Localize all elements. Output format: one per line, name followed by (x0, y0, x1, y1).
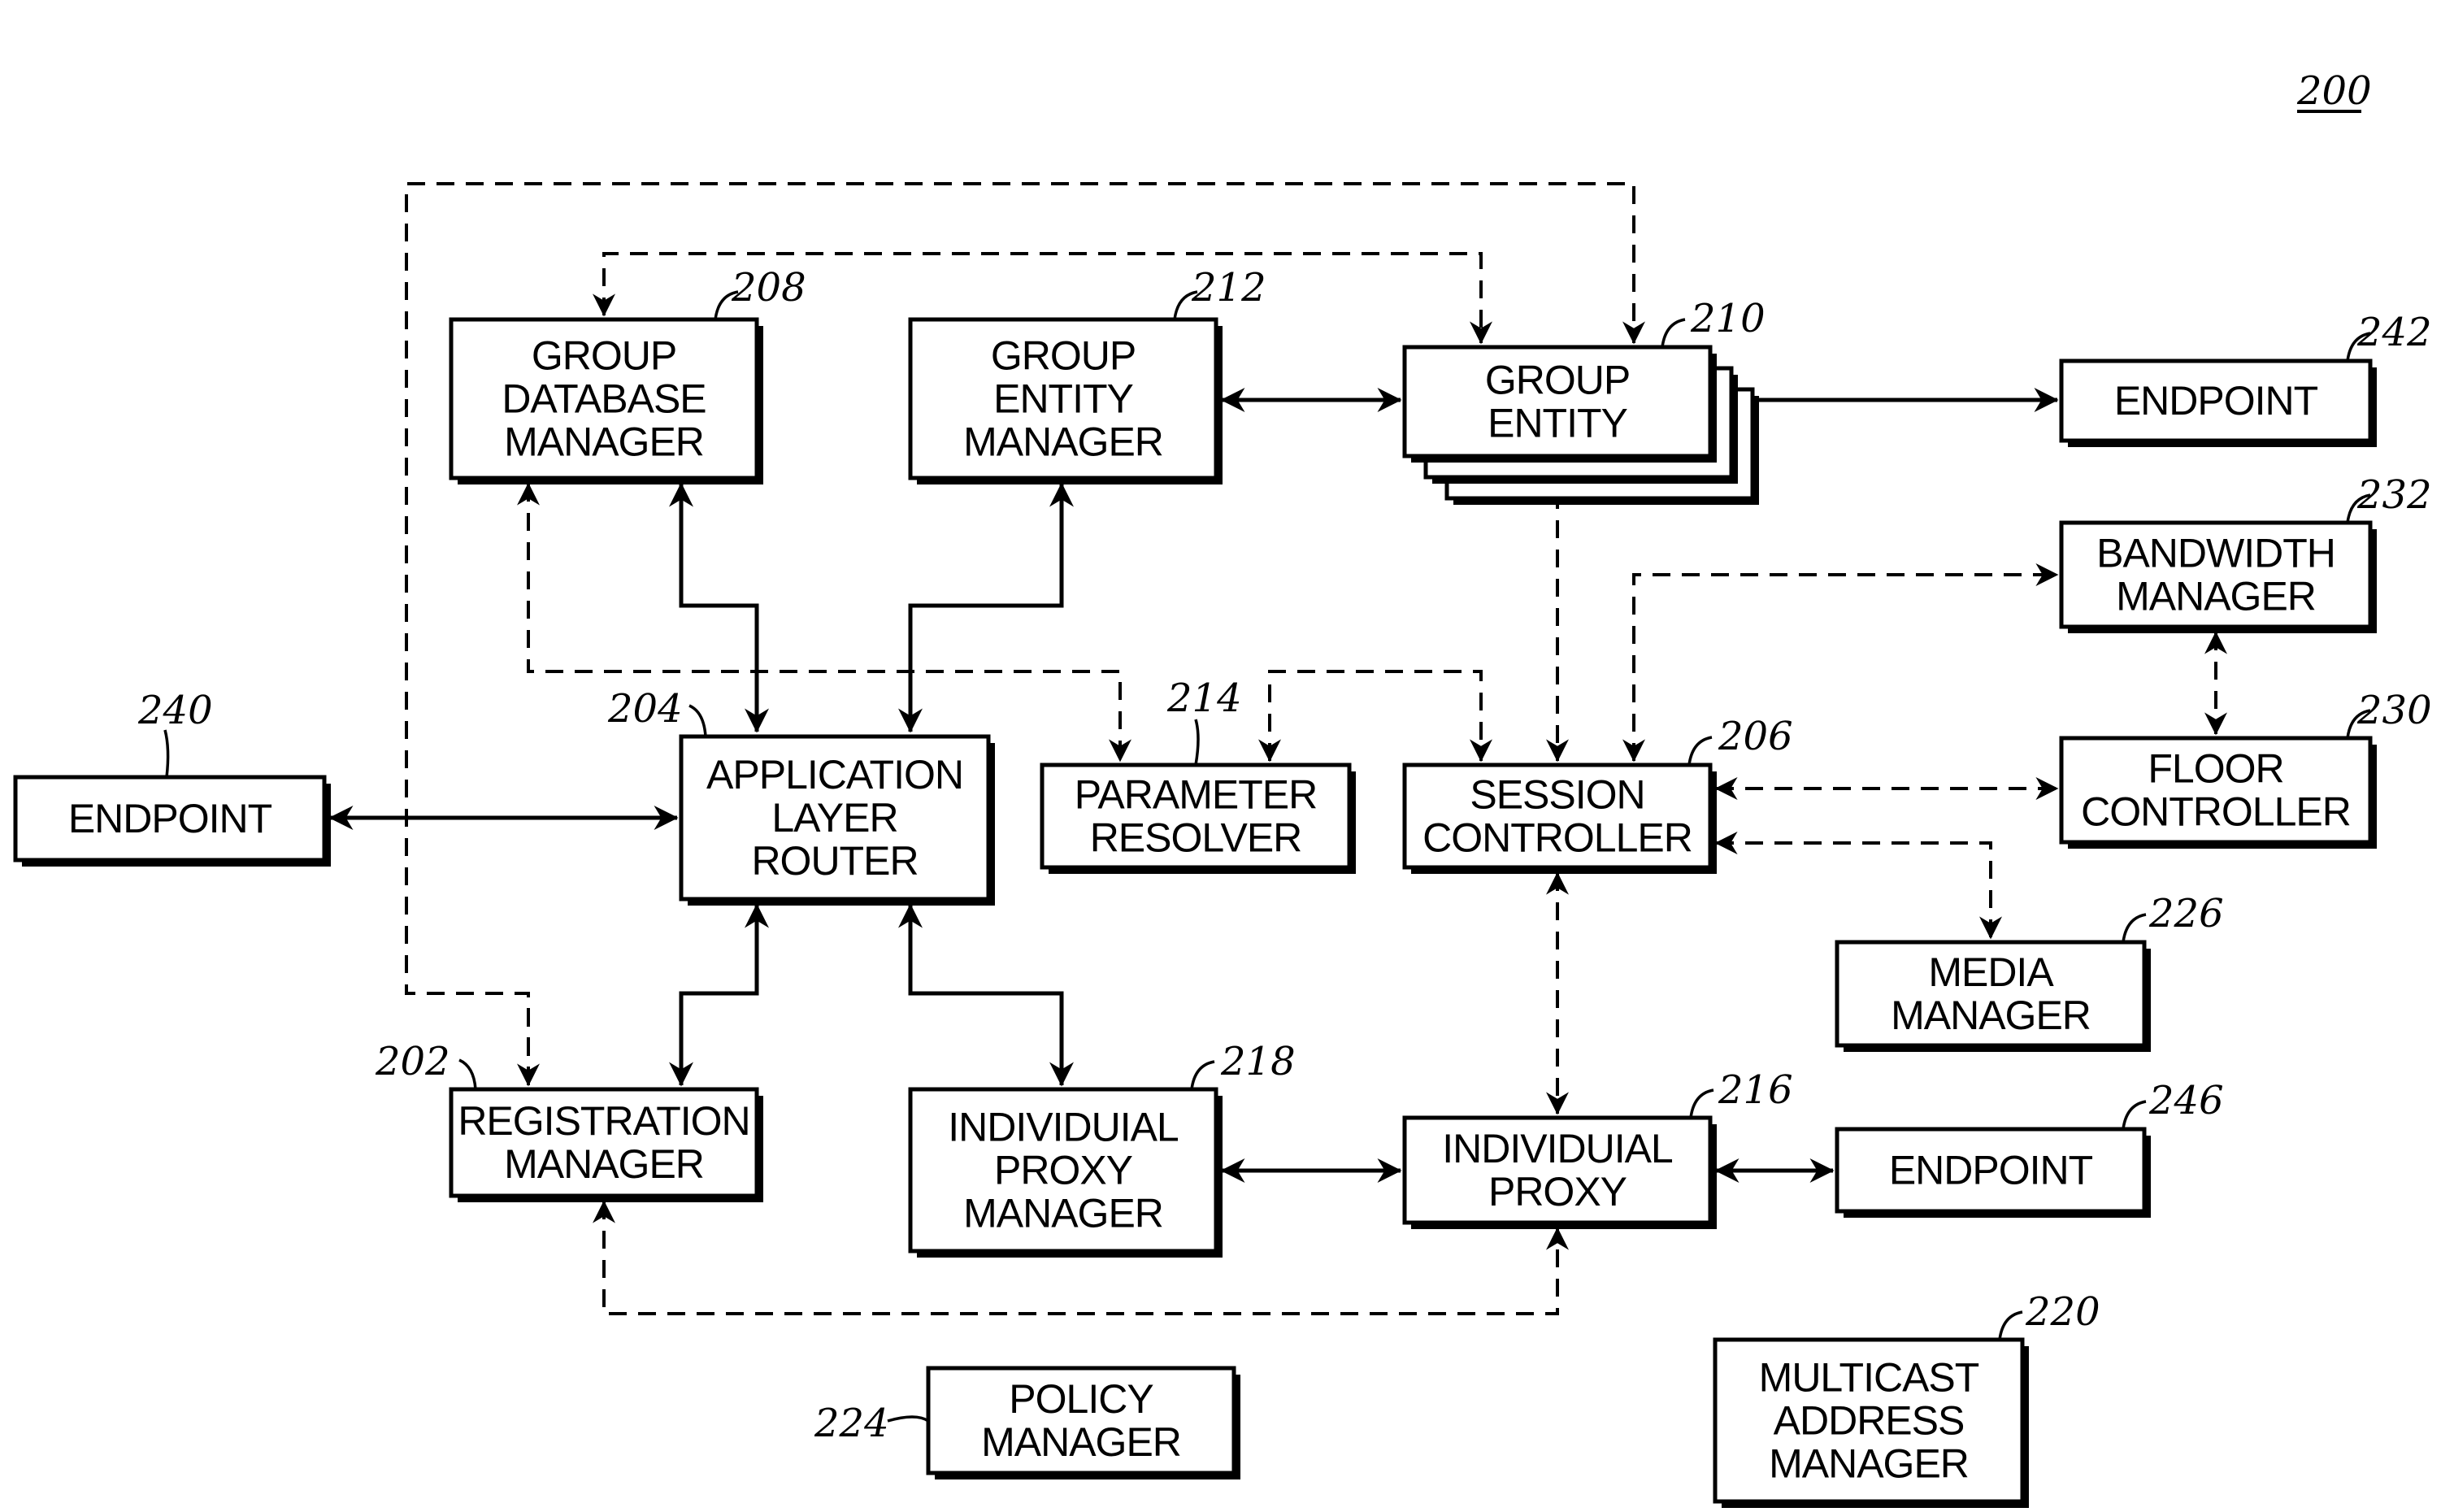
block-endpoint-240[interactable]: ENDPOINT 240 (13, 688, 331, 867)
block-group-database-manager[interactable]: GROUPDATABASEMANAGER 208 (449, 265, 806, 484)
block-individual-proxy[interactable]: INDIVIDUIALPROXY 216 (1402, 1067, 1793, 1229)
block-label-line: INDIVIDUIAL (948, 1105, 1179, 1150)
block-registration-manager[interactable]: REGISTRATIONMANAGER 202 (375, 1039, 763, 1202)
ref-number: 246 (2148, 1078, 2224, 1123)
block-label-line: SESSION (1470, 772, 1644, 818)
blocks: GROUPDATABASEMANAGER208GROUPENTITYMANAGE… (13, 265, 2432, 1508)
block-label-line: POLICY (1009, 1376, 1153, 1422)
ref-number: 242 (2356, 310, 2432, 355)
block-application-layer-router[interactable]: APPLICATIONLAYERROUTER 204 (607, 686, 995, 906)
ref-number: 232 (2356, 472, 2432, 518)
block-label-line: CONTROLLER (2081, 789, 2351, 835)
ref-number: 240 (137, 688, 213, 733)
ref-number: 208 (731, 265, 806, 311)
block-floor-controller[interactable]: FLOORCONTROLLER 230 (2059, 688, 2432, 849)
block-label-line: PARAMETER (1075, 772, 1317, 818)
block-label-line: REGISTRATION (458, 1098, 749, 1144)
block-label-line: GROUP (1485, 358, 1630, 403)
ref-leader-line (887, 1415, 929, 1423)
block-label-line: PROXY (994, 1148, 1133, 1193)
ref-number: 218 (1220, 1039, 1296, 1084)
block-multicast-address-manager[interactable]: MULTICASTADDRESSMANAGER 220 (1713, 1289, 2100, 1508)
block-label-line: LAYER (771, 795, 897, 841)
ref-number: 230 (2356, 688, 2432, 733)
ref-leader-line (458, 1058, 477, 1090)
connector-alr-gem (898, 482, 1074, 733)
block-label-line: ENDPOINT (1889, 1148, 2093, 1193)
ref-number: 224 (814, 1401, 889, 1446)
block-label-line: MANAGER (963, 1191, 1163, 1236)
block-label-line: GROUP (532, 333, 676, 379)
block-label-line: APPLICATION (706, 752, 963, 797)
block-label-line: DATABASE (502, 376, 706, 422)
ref-leader-line (163, 729, 170, 778)
block-label-line: MANAGER (2116, 574, 2316, 619)
block-label-line: GROUP (991, 333, 1136, 379)
block-label-line: BANDWIDTH (2096, 531, 2335, 576)
block-label-line: ENTITY (993, 376, 1133, 422)
connector-alr-gdm (669, 482, 769, 733)
ref-leader-line (1190, 1060, 1215, 1090)
block-group-entity[interactable]: GROUPENTITY 210 (1402, 296, 1766, 505)
ref-leader-line (1661, 318, 1686, 348)
connector-alr-ipm (898, 903, 1074, 1087)
connector-sc-mm (1714, 832, 2002, 940)
block-label-line: MANAGER (1769, 1441, 1969, 1487)
ref-number: 214 (1166, 676, 1242, 721)
ref-number: 204 (607, 686, 683, 732)
ref-leader-line (1687, 736, 1713, 766)
block-parameter-resolver[interactable]: PARAMETERRESOLVER 214 (1040, 676, 1356, 874)
ref-number: 216 (1718, 1067, 1793, 1113)
ref-leader-line (2122, 1100, 2147, 1130)
block-label-line: MULTICAST (1759, 1355, 1979, 1401)
ref-number: 226 (2148, 891, 2224, 936)
block-label-line: ENTITY (1488, 401, 1627, 446)
connector-pr-sc (1258, 670, 1492, 763)
block-group-entity-manager[interactable]: GROUPENTITYMANAGER 212 (908, 265, 1266, 484)
connector-alr-rm (669, 903, 769, 1087)
block-policy-manager[interactable]: POLICYMANAGER 224 (814, 1366, 1240, 1479)
block-label-line: ADDRESS (1774, 1398, 1965, 1444)
ref-leader-line (1194, 719, 1200, 766)
block-label-line: MANAGER (504, 1141, 704, 1187)
ref-number: 220 (2025, 1289, 2100, 1335)
block-label-line: MANAGER (981, 1419, 1181, 1465)
ref-leader-line (2122, 913, 2147, 943)
ref-leader-line (1998, 1310, 2023, 1340)
block-endpoint-246[interactable]: ENDPOINT 246 (1835, 1078, 2224, 1218)
svg-text:200: 200 (2296, 68, 2372, 114)
block-label-line: MEDIA (1928, 949, 2054, 995)
system-diagram: 200 GROUPDATABASEMANAGER208GROUPENTITYMA… (13, 68, 2432, 1508)
block-label-line: ROUTER (751, 838, 918, 884)
block-label-line: ENDPOINT (2114, 378, 2318, 424)
block-label-line: MANAGER (963, 419, 1163, 465)
ref-number: 210 (1690, 296, 1766, 341)
block-session-controller[interactable]: SESSIONCONTROLLER 206 (1402, 714, 1793, 874)
block-label-line: MANAGER (1891, 993, 2091, 1038)
block-label-line: ENDPOINT (68, 796, 272, 841)
block-media-manager[interactable]: MEDIAMANAGER 226 (1835, 891, 2224, 1052)
ref-leader-line (1689, 1088, 1714, 1119)
figure-number: 200 (2296, 68, 2372, 114)
block-endpoint-242[interactable]: ENDPOINT 242 (2059, 310, 2432, 447)
block-bandwidth-manager[interactable]: BANDWIDTHMANAGER 232 (2059, 472, 2432, 633)
block-label-line: RESOLVER (1090, 815, 1302, 861)
connector-sc-bw (1622, 563, 2059, 763)
ref-number: 206 (1718, 714, 1793, 759)
block-label-line: CONTROLLER (1422, 815, 1692, 861)
block-individual-proxy-manager[interactable]: INDIVIDUIALPROXYMANAGER 218 (908, 1039, 1296, 1258)
ref-number: 212 (1191, 265, 1266, 311)
block-label-line: PROXY (1488, 1169, 1627, 1214)
block-label-line: INDIVIDUIAL (1442, 1126, 1673, 1171)
block-label-line: MANAGER (504, 419, 704, 465)
block-label-line: FLOOR (2148, 746, 2283, 792)
ref-leader-line (688, 704, 707, 737)
ref-number: 202 (375, 1039, 450, 1084)
